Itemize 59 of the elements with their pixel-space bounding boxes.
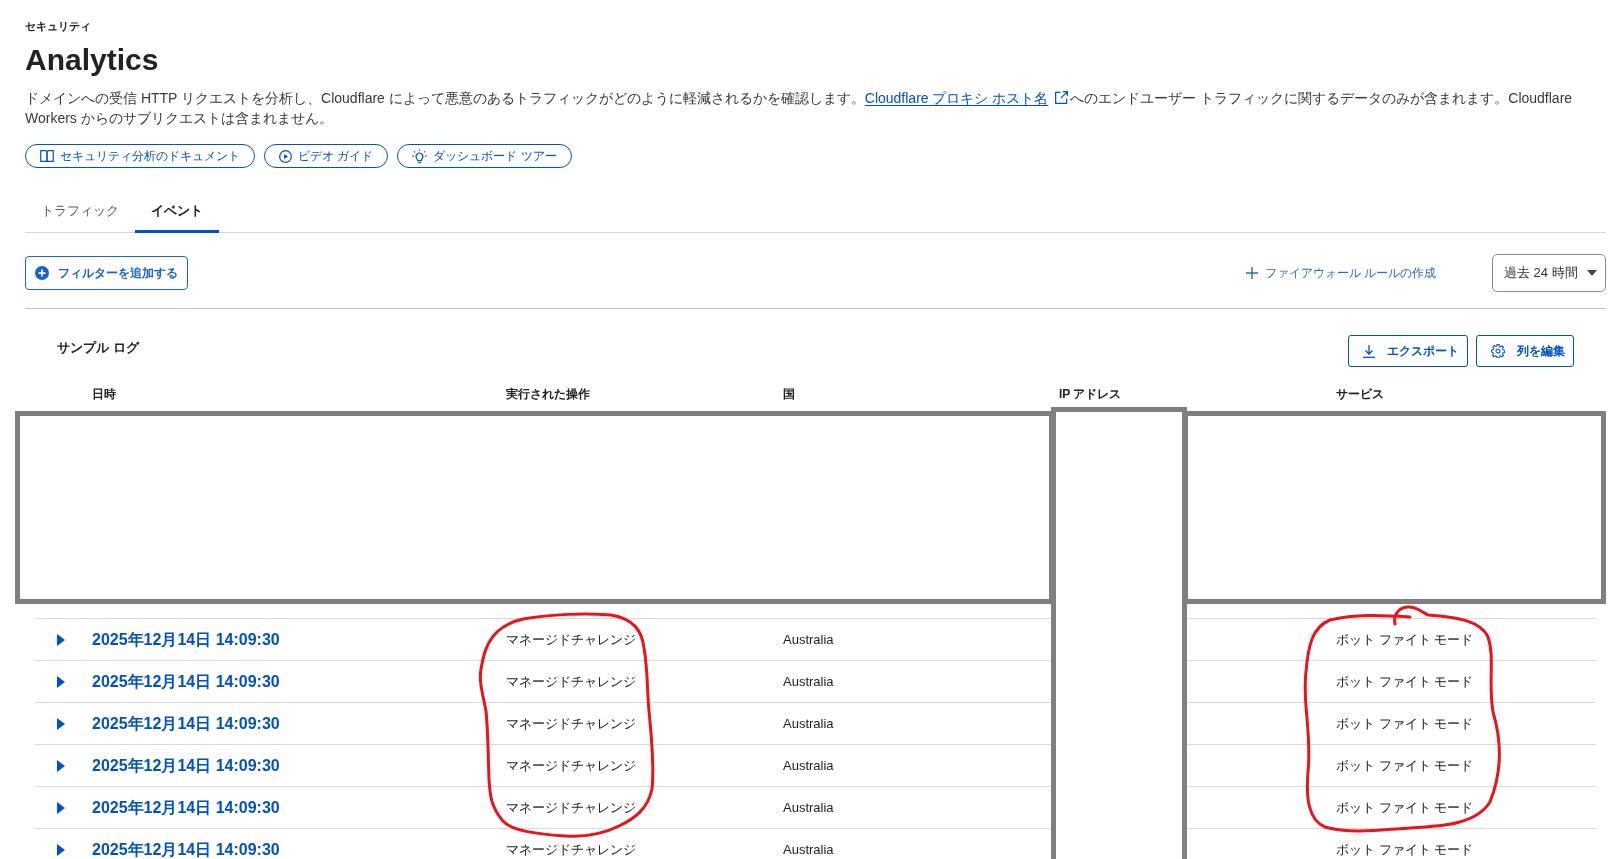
caret-icon[interactable] [57, 633, 65, 646]
table-cell-text: マネージドチャレンジ [506, 630, 636, 649]
export-button[interactable]: エクスポート [1348, 335, 1468, 367]
table-cell-text: マネージドチャレンジ [506, 714, 636, 733]
page-description: ドメインへの受信 HTTP リクエストを分析し、Cloudflare によって悪意のあるトラフィックがどのように軽減されるかを確認します。Cloudflare プロキシ ホスト名 へのエンドユーザー トラフィックに関するデータのみが含まれます。Cloudflare Workers からのサブリクエストは含まれません。 [25, 89, 1574, 128]
play-icon [279, 149, 292, 163]
table-cell-text: Australia [783, 630, 834, 649]
lightbulb-icon [412, 148, 428, 164]
table-cell-text: マネージドチャレンジ [506, 798, 636, 817]
datetime-link[interactable]: 2025年12月14日 14:09:30 [92, 756, 280, 774]
datetime-link[interactable]: 2025年12月14日 14:09:30 [92, 840, 280, 858]
table-cell-text: マネージドチャレンジ [506, 756, 636, 775]
table-cell-text: Australia [783, 672, 834, 691]
caret-icon[interactable] [57, 759, 65, 772]
section-title: サンプル ログ [57, 339, 139, 358]
plus-icon [1245, 267, 1258, 279]
caret-down-icon [1587, 270, 1597, 276]
column-header: IP アドレス [1059, 386, 1122, 403]
help-link-button[interactable]: ビデオ ガイド [264, 144, 389, 168]
table-cell-text: マネージドチャレンジ [506, 840, 636, 859]
create-rule-link[interactable]: ファイアウォール ルールの作成 [1245, 264, 1436, 282]
column-header: 実行された操作 [506, 386, 590, 403]
caret-icon[interactable] [57, 675, 65, 688]
datetime-link[interactable]: 2025年12月14日 14:09:30 [92, 714, 280, 732]
table-cell-text: Australia [783, 840, 834, 859]
table-cell-text: ボット ファイト モード [1336, 714, 1474, 733]
book-icon [40, 150, 54, 162]
column-header: 国 [783, 386, 795, 403]
add-filter-button[interactable]: フィルターを追加する [25, 256, 188, 290]
help-link-button[interactable]: ダッシュボード ツアー [397, 144, 572, 168]
caret-icon[interactable] [57, 801, 65, 814]
external-link-icon[interactable] [1055, 91, 1069, 104]
table-cell-text: Australia [783, 756, 834, 775]
table-cell-text: マネージドチャレンジ [506, 672, 636, 691]
column-header: 日時 [92, 386, 116, 403]
datetime-link[interactable]: 2025年12月14日 14:09:30 [92, 798, 280, 816]
help-link-button[interactable]: セキュリティ分析のドキュメント [25, 144, 255, 168]
table-cell-text: ボット ファイト モード [1336, 840, 1474, 859]
plus-circle-icon [35, 266, 49, 280]
caret-icon[interactable] [57, 717, 65, 730]
tab[interactable]: イベント [135, 191, 219, 233]
column-header: サービス [1336, 386, 1384, 403]
edit-columns-button[interactable]: 列を編集 [1476, 335, 1574, 367]
table-cell-text: ボット ファイト モード [1336, 798, 1474, 817]
download-icon [1363, 344, 1375, 358]
table-cell-text: ボット ファイト モード [1336, 630, 1474, 649]
table-cell-text: Australia [783, 798, 834, 817]
table-cell-text: ボット ファイト モード [1336, 756, 1474, 775]
datetime-link[interactable]: 2025年12月14日 14:09:30 [92, 630, 280, 648]
page-title: Analytics [25, 42, 159, 78]
breadcrumb: セキュリティ [25, 19, 91, 34]
datetime-link[interactable]: 2025年12月14日 14:09:30 [92, 672, 280, 690]
settings-icon [1491, 344, 1505, 358]
time-range-dropdown[interactable]: 過去 24 時間 [1492, 254, 1606, 292]
table-cell-text: Australia [783, 714, 834, 733]
proxy-hostname-link[interactable]: Cloudflare プロキシ ホスト名 [864, 90, 1049, 106]
table-cell-text: ボット ファイト モード [1336, 672, 1474, 691]
tab[interactable]: トラフィック [25, 191, 135, 233]
caret-icon[interactable] [57, 843, 65, 856]
